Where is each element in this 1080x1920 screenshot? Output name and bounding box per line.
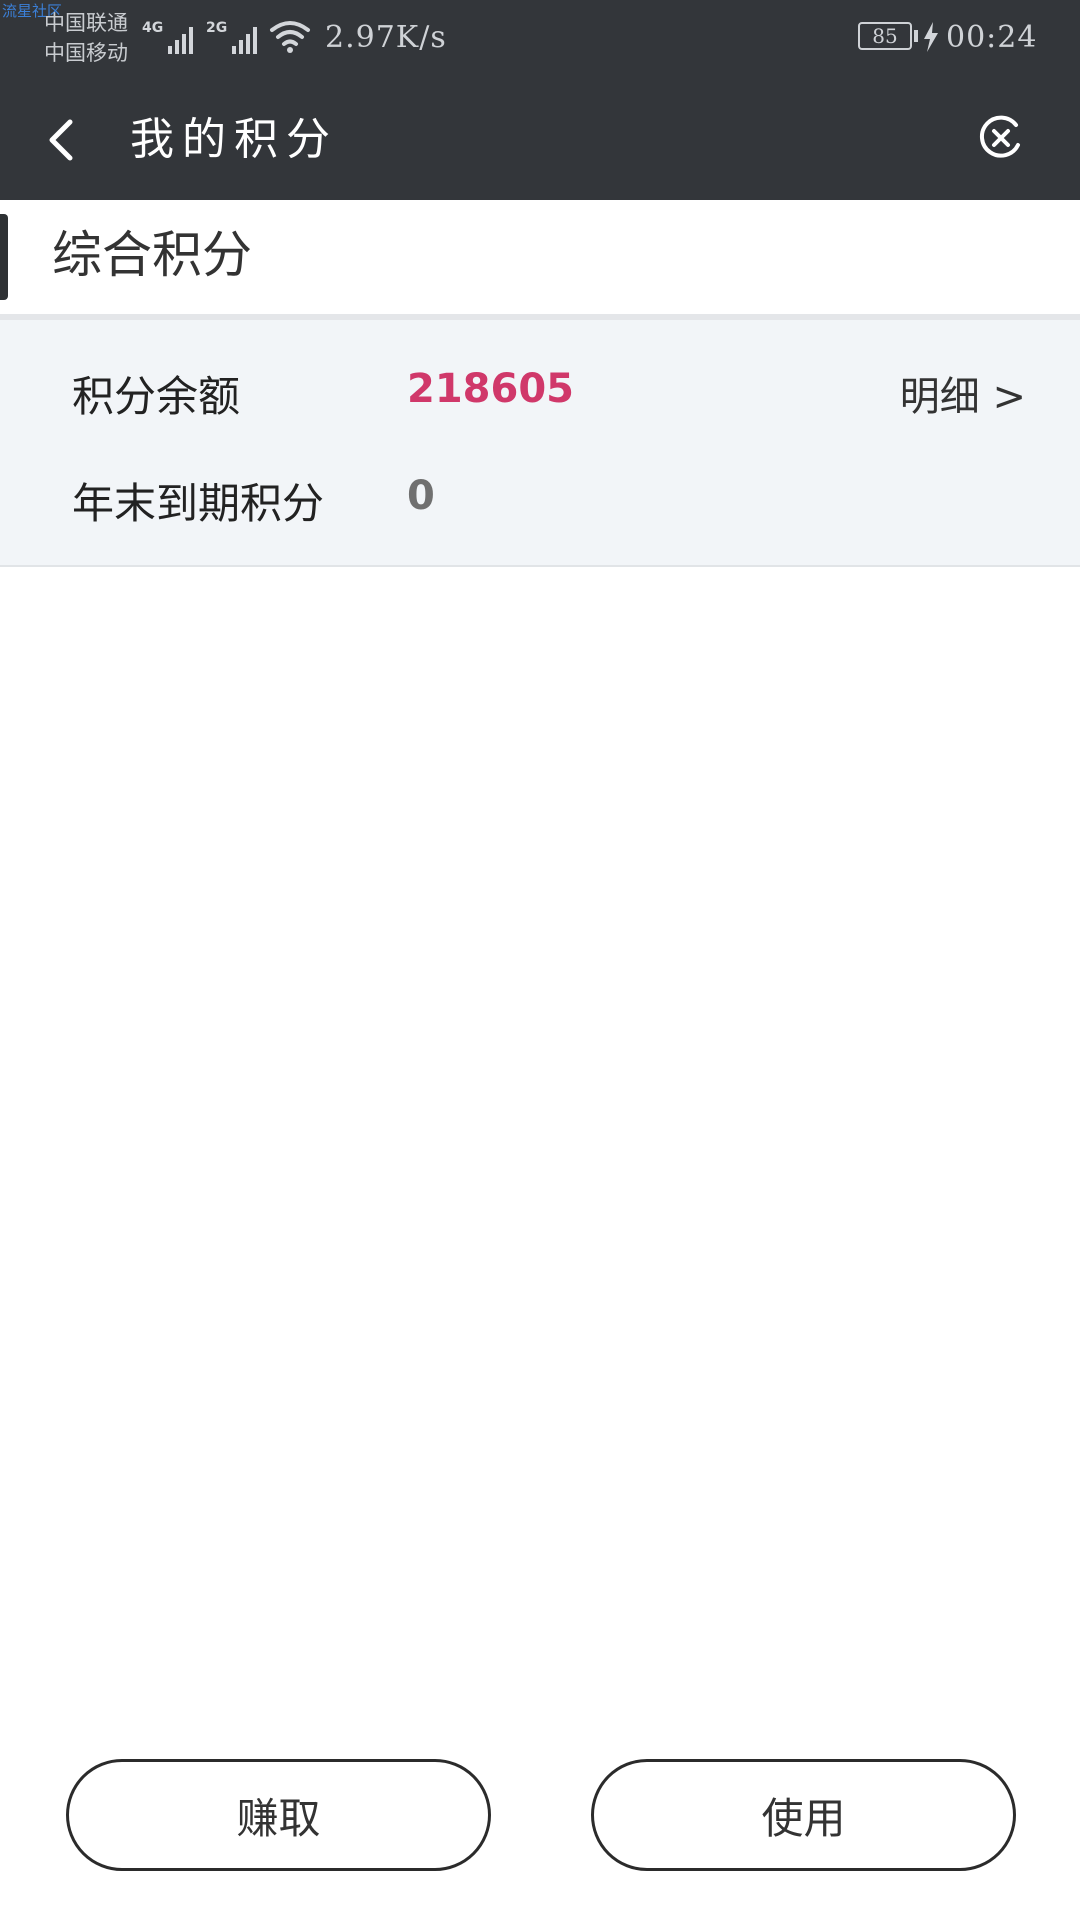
signal-1-type: 4G [142,20,164,36]
use-button[interactable]: 使用 [591,1759,1016,1871]
expiring-label: 年末到期积分 [72,479,325,528]
section-marker [0,214,8,300]
chevron-left-icon [49,119,73,161]
carrier-1: 中国联通 [44,11,128,35]
balance-value: 218605 [407,366,574,412]
battery-tip [914,30,918,42]
back-button[interactable] [36,110,86,170]
carrier-2: 中国移动 [44,41,128,65]
carrier-names: 中国联通 中国移动 [44,8,128,68]
signal-2-icon: 2G [206,20,258,54]
balance-label: 积分余额 [72,372,241,421]
signal-2-type: 2G [206,20,228,36]
close-button[interactable] [975,110,1027,166]
battery-level: 85 [872,24,898,48]
circle-x-icon [980,115,1020,158]
battery-icon: 85 [858,22,912,50]
section-title: 综合积分 [52,226,252,284]
page-title: 我的积分 [130,114,338,165]
signal-1-icon: 4G [142,20,194,54]
wifi-icon [270,21,310,53]
expiring-value: 0 [407,473,435,519]
clock: 00:24 [946,20,1038,55]
status-bar: 流星社区 中国联通 中国移动 4G 2G 2.97K/s 85 00:24 [0,0,1080,80]
earn-button[interactable]: 赚取 [66,1759,491,1871]
detail-link[interactable]: 明细 > [900,370,1026,424]
charging-icon [924,22,938,52]
network-speed: 2.97K/s [325,20,447,55]
section-header: 综合积分 [0,200,1080,316]
points-panel: 积分余额 218605 明细 > 年末到期积分 0 [0,320,1080,567]
title-bar: 我的积分 [0,80,1080,200]
